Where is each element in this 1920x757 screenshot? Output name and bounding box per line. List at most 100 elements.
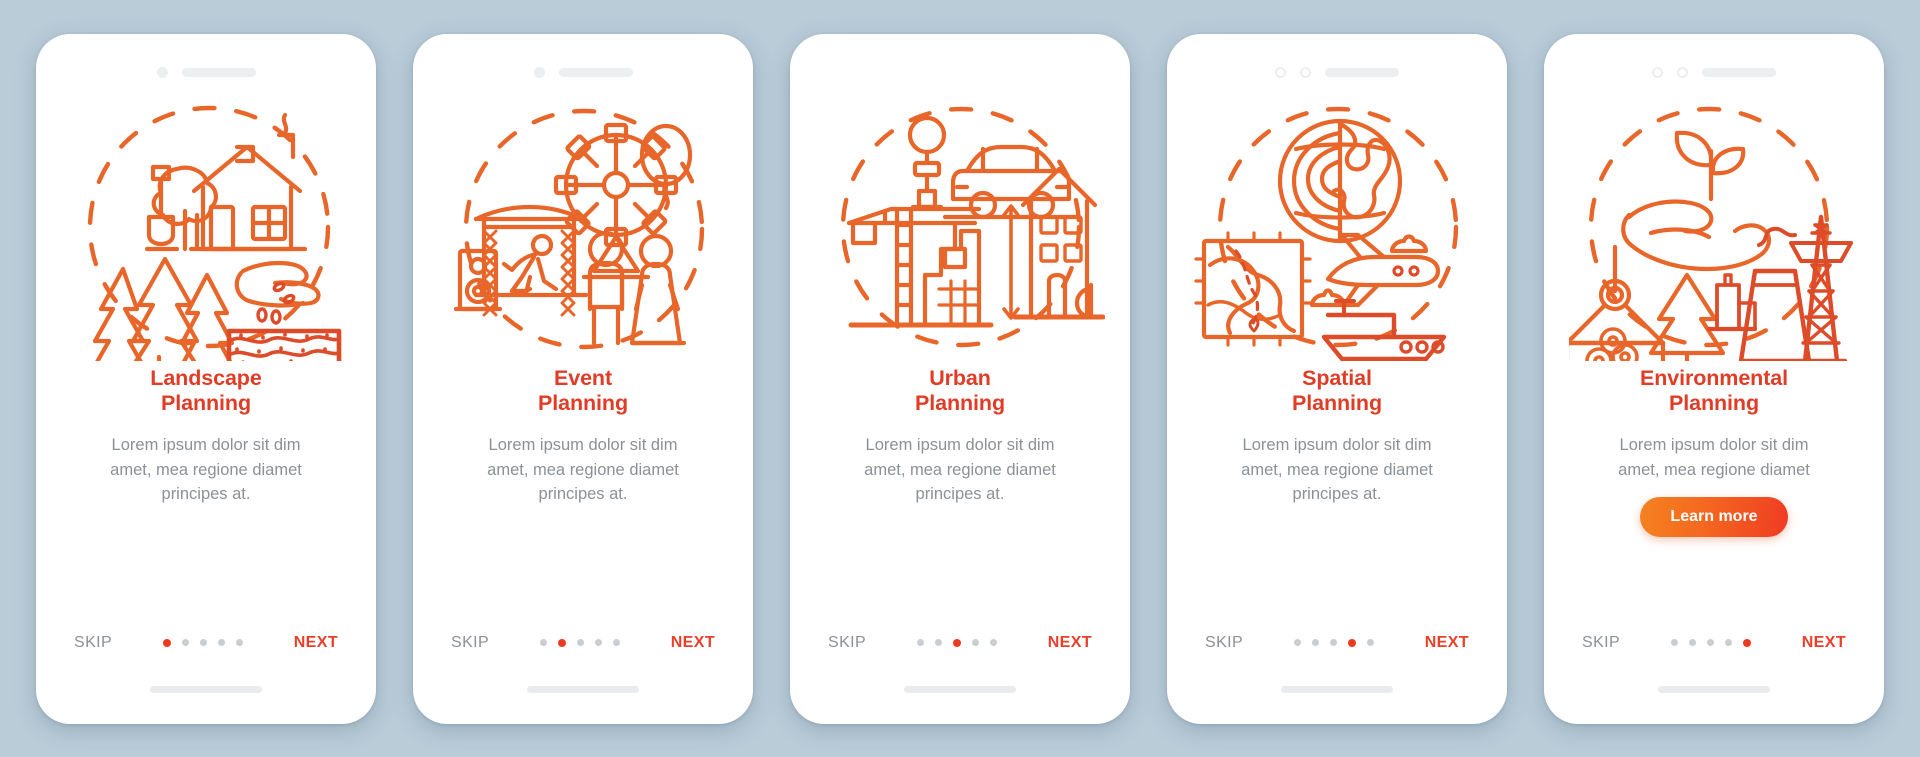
pagination-dots bbox=[1293, 638, 1374, 647]
onboarding-nav: SKIP NEXT bbox=[1554, 620, 1874, 666]
page-description: Lorem ipsum dolor sit dim amet, mea regi… bbox=[110, 436, 302, 503]
home-indicator[interactable] bbox=[904, 686, 1016, 693]
urban-planning-illustration bbox=[800, 90, 1120, 366]
learn-more-button[interactable]: Learn more bbox=[1640, 496, 1788, 537]
onboarding-nav: SKIP NEXT bbox=[46, 620, 366, 666]
camera-ring-icon bbox=[1275, 67, 1286, 78]
page-description: Lorem ipsum dolor sit dim amet, mea regi… bbox=[864, 436, 1056, 503]
next-button[interactable]: NEXT bbox=[294, 634, 338, 652]
page-title: Landscape Planning bbox=[150, 365, 262, 416]
pagination-dots bbox=[539, 638, 620, 647]
pagination-dot-1[interactable] bbox=[1670, 639, 1678, 646]
flex-spacer bbox=[800, 506, 1120, 619]
home-indicator-zone bbox=[46, 666, 366, 714]
phone-screen-spatial-planning: Spatial Planning Lorem ipsum dolor sit d… bbox=[1167, 33, 1507, 724]
camera-dot-icon bbox=[156, 67, 168, 78]
camera-dot-icon bbox=[533, 67, 545, 78]
landscape-planning-illustration bbox=[46, 90, 366, 366]
pagination-dot-2[interactable] bbox=[557, 638, 566, 647]
spatial-planning-illustration bbox=[1177, 90, 1497, 366]
screen-surface: Urban Planning Lorem ipsum dolor sit dim… bbox=[800, 43, 1120, 714]
flex-spacer bbox=[423, 506, 743, 619]
skip-button[interactable]: SKIP bbox=[74, 634, 112, 652]
copy-block: Landscape Planning Lorem ipsum dolor sit… bbox=[46, 366, 366, 507]
pagination-dot-5[interactable] bbox=[989, 639, 997, 646]
pagination-dot-5[interactable] bbox=[235, 639, 243, 646]
pagination-dot-3[interactable] bbox=[576, 639, 584, 646]
pagination-dot-4[interactable] bbox=[1724, 639, 1732, 646]
home-indicator[interactable] bbox=[1281, 686, 1393, 693]
pagination-dot-1[interactable] bbox=[539, 639, 547, 646]
pagination-dots bbox=[1670, 638, 1751, 647]
phone-screen-urban-planning: Urban Planning Lorem ipsum dolor sit dim… bbox=[790, 33, 1130, 724]
speaker-bar-icon bbox=[1325, 68, 1399, 77]
environmental-planning-illustration bbox=[1554, 90, 1874, 366]
skip-button[interactable]: SKIP bbox=[828, 634, 866, 652]
pagination-dots bbox=[916, 638, 997, 647]
pagination-dot-4[interactable] bbox=[217, 639, 225, 646]
skip-button[interactable]: SKIP bbox=[1205, 634, 1243, 652]
pagination-dot-3[interactable] bbox=[199, 639, 207, 646]
home-indicator[interactable] bbox=[150, 686, 262, 693]
onboarding-nav: SKIP NEXT bbox=[800, 620, 1120, 666]
pagination-dot-5[interactable] bbox=[612, 639, 620, 646]
screen-surface: Event Planning Lorem ipsum dolor sit dim… bbox=[423, 43, 743, 714]
home-indicator[interactable] bbox=[527, 686, 639, 693]
camera-ring-icon bbox=[1300, 67, 1311, 78]
page-title: Environmental Planning bbox=[1639, 365, 1789, 416]
status-notch bbox=[423, 44, 743, 90]
pagination-dot-2[interactable] bbox=[1688, 639, 1696, 646]
phone-screen-environmental-planning: Environmental Planning Lorem ipsum dolor… bbox=[1544, 33, 1884, 724]
home-indicator[interactable] bbox=[1658, 686, 1770, 693]
pagination-dot-2[interactable] bbox=[1311, 639, 1319, 646]
pagination-dot-4[interactable] bbox=[971, 639, 979, 646]
pagination-dot-5[interactable] bbox=[1366, 639, 1374, 646]
next-button[interactable]: NEXT bbox=[671, 634, 715, 652]
pagination-dots bbox=[162, 638, 243, 647]
page-description: Lorem ipsum dolor sit dim amet, mea regi… bbox=[487, 436, 679, 503]
copy-block: Spatial Planning Lorem ipsum dolor sit d… bbox=[1177, 366, 1497, 507]
page-description: Lorem ipsum dolor sit dim amet, mea regi… bbox=[1618, 436, 1810, 479]
pagination-dot-2[interactable] bbox=[934, 639, 942, 646]
pagination-dot-1[interactable] bbox=[162, 638, 171, 647]
next-button[interactable]: NEXT bbox=[1048, 634, 1092, 652]
status-notch bbox=[1554, 44, 1874, 90]
page-title: Spatial Planning bbox=[1292, 365, 1382, 416]
screen-surface: Environmental Planning Lorem ipsum dolor… bbox=[1554, 43, 1874, 714]
phone-screen-landscape-planning: Landscape Planning Lorem ipsum dolor sit… bbox=[36, 33, 376, 724]
pagination-dot-3[interactable] bbox=[952, 638, 961, 647]
flex-spacer bbox=[46, 506, 366, 619]
home-indicator-zone bbox=[423, 666, 743, 714]
pagination-dot-1[interactable] bbox=[1293, 639, 1301, 646]
camera-ring-icon bbox=[1652, 67, 1663, 78]
onboarding-nav: SKIP NEXT bbox=[423, 620, 743, 666]
copy-block: Event Planning Lorem ipsum dolor sit dim… bbox=[423, 366, 743, 507]
home-indicator-zone bbox=[1554, 666, 1874, 714]
pagination-dot-3[interactable] bbox=[1329, 639, 1337, 646]
flex-spacer bbox=[1177, 506, 1497, 619]
flex-spacer bbox=[1554, 548, 1874, 620]
phone-screen-event-planning: Event Planning Lorem ipsum dolor sit dim… bbox=[413, 33, 753, 724]
pagination-dot-2[interactable] bbox=[181, 639, 189, 646]
home-indicator-zone bbox=[800, 666, 1120, 714]
page-title: Urban Planning bbox=[915, 365, 1005, 416]
page-title: Event Planning bbox=[538, 365, 628, 416]
pagination-dot-4[interactable] bbox=[594, 639, 602, 646]
pagination-dot-1[interactable] bbox=[916, 639, 924, 646]
onboarding-nav: SKIP NEXT bbox=[1177, 620, 1497, 666]
skip-button[interactable]: SKIP bbox=[1582, 634, 1620, 652]
status-notch bbox=[1177, 44, 1497, 90]
skip-button[interactable]: SKIP bbox=[451, 634, 489, 652]
speaker-bar-icon bbox=[181, 68, 256, 77]
copy-block: Environmental Planning Lorem ipsum dolor… bbox=[1554, 366, 1874, 482]
pagination-dot-5[interactable] bbox=[1742, 638, 1751, 647]
speaker-bar-icon bbox=[558, 68, 633, 77]
onboarding-screens-row: Landscape Planning Lorem ipsum dolor sit… bbox=[0, 0, 1920, 757]
next-button[interactable]: NEXT bbox=[1425, 634, 1469, 652]
status-notch bbox=[800, 44, 1120, 90]
pagination-dot-4[interactable] bbox=[1347, 638, 1356, 647]
screen-surface: Spatial Planning Lorem ipsum dolor sit d… bbox=[1177, 43, 1497, 714]
cta-zone: Learn more bbox=[1554, 486, 1874, 548]
pagination-dot-3[interactable] bbox=[1706, 639, 1714, 646]
next-button[interactable]: NEXT bbox=[1802, 634, 1846, 652]
